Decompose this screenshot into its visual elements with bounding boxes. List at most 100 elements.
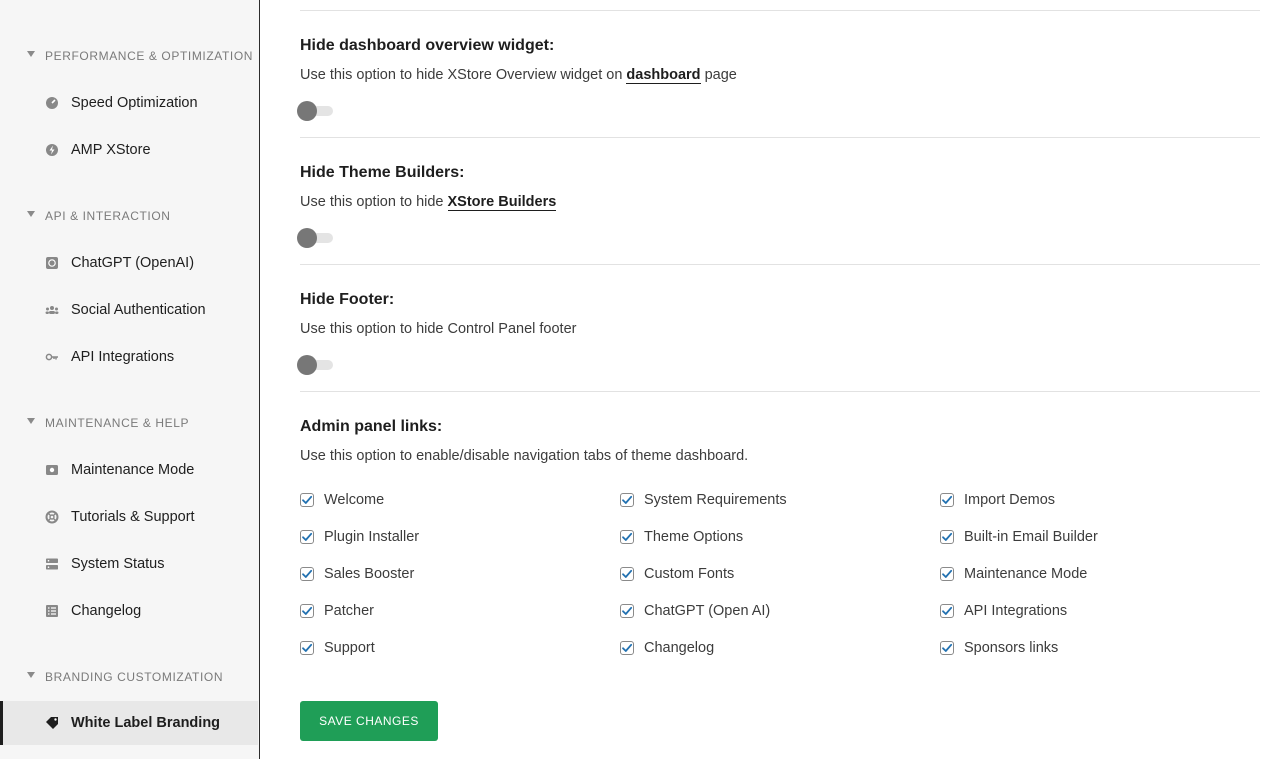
option-desc-dashboard-widget: Use this option to hide XStore Overview …: [300, 67, 737, 84]
sidebar-item-label: White Label Branding: [71, 715, 221, 731]
option-desc-footer: Use this option to hide Control Panel fo…: [300, 321, 577, 337]
checkbox-patcher[interactable]: Patcher: [300, 601, 374, 621]
server-icon: [44, 556, 60, 572]
toggle-hide-footer[interactable]: [297, 354, 337, 376]
checkbox-label: Support: [324, 640, 375, 656]
desc-text: page: [700, 67, 737, 83]
checkbox-label: System Requirements: [644, 492, 787, 508]
checkbox-custom-fonts[interactable]: Custom Fonts: [620, 564, 734, 584]
main-content: Hide dashboard overview widget: Use this…: [297, 0, 1260, 759]
sidebar-item-changelog[interactable]: Changelog: [0, 589, 258, 633]
divider: [300, 10, 1260, 11]
sidebar-item-label: Social Authentication: [71, 302, 206, 318]
checkmark-icon: [620, 567, 634, 581]
option-desc-admin-links: Use this option to enable/disable naviga…: [300, 448, 749, 464]
sidebar-item-label: Changelog: [71, 603, 142, 619]
divider: [300, 137, 1260, 138]
checkmark-icon: [940, 567, 954, 581]
checkbox-import-demos[interactable]: Import Demos: [940, 490, 1055, 510]
checkbox-label: Import Demos: [964, 492, 1056, 508]
toggle-knob: [297, 228, 317, 248]
desc-text: Use this option to hide XStore Overview …: [300, 67, 627, 83]
sidebar-item-label: Speed Optimization: [71, 95, 198, 111]
checkbox-label: Theme Options: [644, 529, 744, 545]
checkbox-built-in-email-builder[interactable]: Built-in Email Builder: [940, 527, 1098, 547]
option-title-theme-builders: Hide Theme Builders:: [300, 164, 465, 181]
collapse-triangle-icon: [27, 672, 35, 678]
checkbox-changelog[interactable]: Changelog: [620, 638, 714, 658]
sidebar-item-speed-optimization[interactable]: Speed Optimization: [0, 81, 258, 125]
checkmark-icon: [300, 604, 314, 618]
collapse-triangle-icon: [27, 51, 35, 57]
checkmark-icon: [300, 641, 314, 655]
section-title: API & INTERACTION: [45, 209, 171, 223]
checkmark-icon: [940, 641, 954, 655]
sidebar-item-label: System Status: [71, 556, 165, 572]
checkmark-icon: [620, 530, 634, 544]
sidebar-item-label: Maintenance Mode: [71, 462, 195, 478]
checkbox-label: Built-in Email Builder: [964, 529, 1098, 545]
sidebar-item-maintenance-mode[interactable]: Maintenance Mode: [0, 448, 258, 492]
key-icon: [44, 349, 60, 365]
option-title-footer: Hide Footer:: [300, 291, 395, 308]
checkbox-api-integrations[interactable]: API Integrations: [940, 601, 1067, 621]
sidebar-item-label: AMP XStore: [71, 142, 151, 158]
collapse-triangle-icon: [27, 418, 35, 424]
toggle-knob: [297, 101, 317, 121]
sidebar-item-api-integrations[interactable]: API Integrations: [0, 335, 258, 379]
toggle-hide-theme-builders[interactable]: [297, 227, 337, 249]
checkmark-icon: [620, 604, 634, 618]
openai-icon: [44, 255, 60, 271]
option-title-admin-links: Admin panel links:: [300, 418, 443, 435]
checkmark-icon: [940, 604, 954, 618]
save-changes-button[interactable]: SAVE CHANGES: [300, 701, 438, 741]
collapse-triangle-icon: [27, 211, 35, 217]
checkbox-maintenance-mode[interactable]: Maintenance Mode: [940, 564, 1087, 584]
checkbox-sponsors-links[interactable]: Sponsors links: [940, 638, 1058, 658]
checkbox-chatgpt-open-ai[interactable]: ChatGPT (Open AI): [620, 601, 770, 621]
users-icon: [44, 302, 60, 318]
maintenance-icon: [44, 462, 60, 478]
checkbox-label: ChatGPT (Open AI): [644, 603, 771, 619]
checkbox-plugin-installer[interactable]: Plugin Installer: [300, 527, 419, 547]
checkbox-label: Sponsors links: [964, 640, 1059, 656]
checkmark-icon: [620, 641, 634, 655]
checkmark-icon: [300, 567, 314, 581]
divider: [300, 391, 1260, 392]
checkmark-icon: [940, 530, 954, 544]
checkbox-label: Patcher: [324, 603, 374, 619]
checkmark-icon: [620, 493, 634, 507]
sidebar-item-social-authentication[interactable]: Social Authentication: [0, 288, 258, 332]
toggle-knob: [297, 355, 317, 375]
sidebar-item-chatgpt[interactable]: ChatGPT (OpenAI): [0, 241, 258, 285]
checkbox-label: Plugin Installer: [324, 529, 420, 545]
sidebar-item-system-status[interactable]: System Status: [0, 542, 258, 586]
divider: [300, 264, 1260, 265]
sidebar-item-label: ChatGPT (OpenAI): [71, 255, 195, 271]
checkbox-label: Sales Booster: [324, 566, 415, 582]
checkbox-system-requirements[interactable]: System Requirements: [620, 490, 787, 510]
desc-text: Use this option to hide: [300, 194, 448, 210]
sidebar-item-label: Tutorials & Support: [71, 509, 195, 525]
checkbox-support[interactable]: Support: [300, 638, 375, 658]
checkbox-theme-options[interactable]: Theme Options: [620, 527, 743, 547]
toggle-hide-dashboard-widget[interactable]: [297, 100, 337, 122]
tag-icon: [44, 715, 60, 731]
sidebar-item-tutorials-support[interactable]: Tutorials & Support: [0, 495, 258, 539]
checkbox-sales-booster[interactable]: Sales Booster: [300, 564, 414, 584]
bolt-icon: [44, 142, 60, 158]
checkbox-label: Maintenance Mode: [964, 566, 1088, 582]
checkbox-label: Custom Fonts: [644, 566, 735, 582]
checkbox-label: Changelog: [644, 640, 715, 656]
dashboard-link[interactable]: dashboard: [626, 67, 701, 84]
gauge-icon: [44, 95, 60, 111]
sidebar-item-amp-xstore[interactable]: AMP XStore: [0, 128, 258, 172]
option-desc-theme-builders: Use this option to hide XStore Builders: [300, 194, 557, 211]
xstore-builders-link[interactable]: XStore Builders: [447, 194, 557, 211]
sidebar: PERFORMANCE & OPTIMIZATION Speed Optimiz…: [0, 0, 260, 759]
checkbox-welcome[interactable]: Welcome: [300, 490, 384, 510]
checkbox-label: Welcome: [324, 492, 385, 508]
sidebar-item-white-label-branding[interactable]: White Label Branding: [0, 701, 258, 745]
sidebar-item-label: API Integrations: [71, 349, 175, 365]
checkmark-icon: [940, 493, 954, 507]
